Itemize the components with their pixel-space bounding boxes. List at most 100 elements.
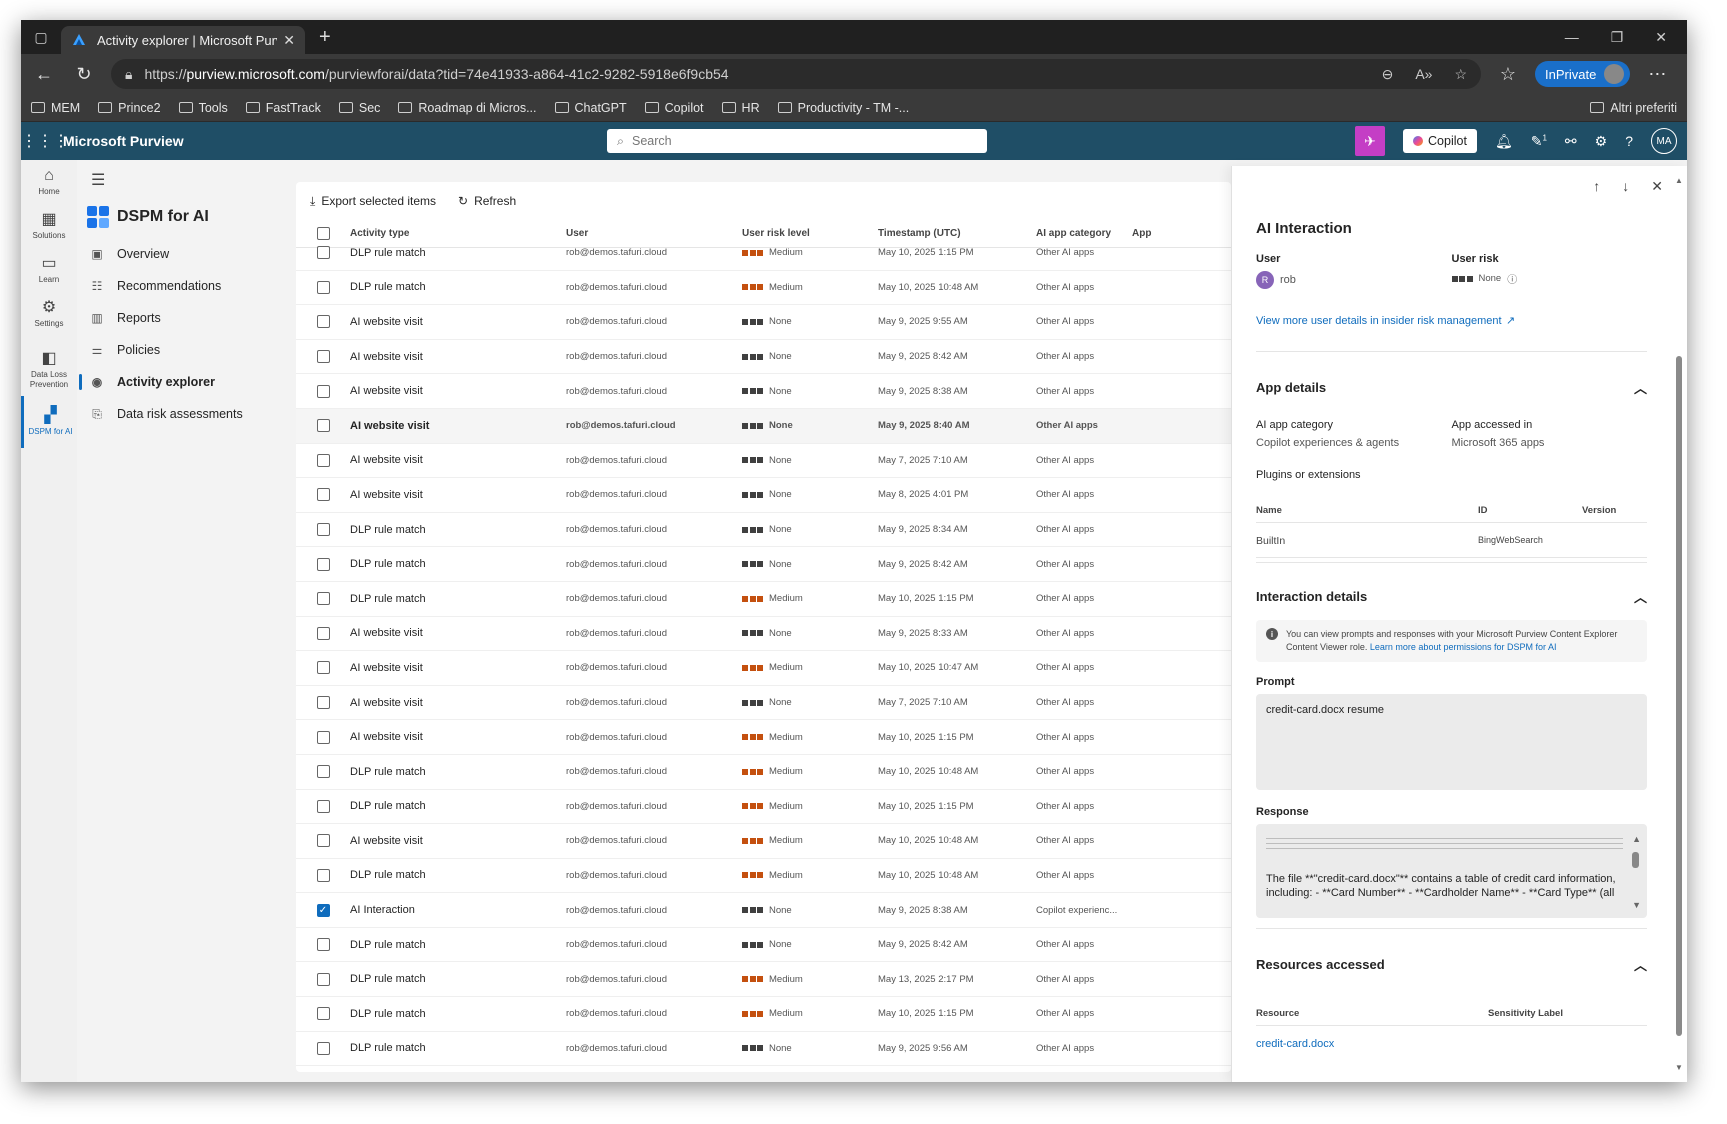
- table-row[interactable]: AI website visit rob@demos.tafuri.cloud No…: [296, 686, 1231, 721]
- favorite-item[interactable]: Copilot: [644, 101, 704, 115]
- table-row[interactable]: AI website visit rob@demos.tafuri.cloud No…: [296, 478, 1231, 513]
- help-icon[interactable]: ?: [1625, 133, 1633, 149]
- interaction-details-header[interactable]: Interaction details ︿: [1256, 587, 1647, 606]
- arrow-down-icon[interactable]: ↓: [1622, 178, 1629, 194]
- favorite-item[interactable]: Tools: [178, 101, 228, 115]
- app-launcher-icon[interactable]: ⋮⋮⋮: [21, 131, 69, 151]
- table-row[interactable]: DLP rule match rob@demos.tafuri.cloud None…: [296, 1032, 1231, 1067]
- zoom-icon[interactable]: ⊖: [1382, 66, 1394, 83]
- favorite-star-icon[interactable]: ☆: [1454, 66, 1467, 83]
- row-checkbox[interactable]: [316, 696, 330, 710]
- hamburger-icon[interactable]: ☰: [77, 160, 275, 200]
- permissions-link[interactable]: Learn more about permissions for DSPM fo…: [1370, 642, 1557, 652]
- other-favorites[interactable]: Altri preferiti: [1590, 101, 1677, 115]
- row-checkbox[interactable]: [316, 280, 330, 294]
- row-checkbox[interactable]: [316, 453, 330, 467]
- new-tab-button[interactable]: +: [319, 26, 331, 49]
- row-checkbox[interactable]: [316, 661, 330, 675]
- copilot-button[interactable]: Copilot: [1403, 129, 1477, 153]
- favorite-item[interactable]: HR: [721, 101, 760, 115]
- scroll-down-icon[interactable]: ▼: [1675, 1063, 1683, 1072]
- table-row[interactable]: AI website visit rob@demos.tafuri.cloud No…: [296, 408, 1231, 444]
- reload-icon[interactable]: ↻: [71, 64, 97, 85]
- tab-actions-icon[interactable]: ▢: [21, 29, 61, 46]
- arrow-up-icon[interactable]: ↑: [1593, 178, 1600, 194]
- minimize-icon[interactable]: —: [1565, 29, 1579, 45]
- table-row[interactable]: AI website visit rob@demos.tafuri.cloud Me…: [296, 651, 1231, 686]
- more-menu-icon[interactable]: ⋯: [1644, 64, 1670, 85]
- close-window-icon[interactable]: ✕: [1655, 29, 1667, 46]
- notification-icon[interactable]: ✎1: [1531, 133, 1547, 150]
- favorite-item[interactable]: Roadmap di Micros...: [398, 101, 537, 115]
- table-row[interactable]: DLP rule match rob@demos.tafuri.cloud Medi…: [296, 859, 1231, 894]
- rail-item-gear[interactable]: ⚙ Settings: [21, 292, 77, 336]
- close-icon[interactable]: ✕: [1651, 178, 1663, 195]
- response-box[interactable]: The file **"credit-card.docx"** contains…: [1256, 824, 1647, 918]
- row-checkbox[interactable]: [316, 1007, 330, 1021]
- refresh-button[interactable]: ↻ Refresh: [458, 194, 516, 208]
- scroll-up-icon[interactable]: ▲: [1632, 834, 1641, 844]
- row-checkbox[interactable]: [316, 350, 330, 364]
- row-checkbox[interactable]: ✓: [316, 903, 330, 917]
- app-details-header[interactable]: App details ︿: [1256, 378, 1647, 397]
- row-checkbox[interactable]: [316, 938, 330, 952]
- info-icon[interactable]: ⓘ: [1507, 271, 1517, 286]
- table-row[interactable]: DLP rule match rob@demos.tafuri.cloud Medi…: [296, 236, 1231, 271]
- row-checkbox[interactable]: [316, 730, 330, 744]
- row-checkbox[interactable]: [316, 557, 330, 571]
- panel-scroll-thumb[interactable]: [1676, 356, 1682, 1036]
- row-checkbox[interactable]: [316, 1041, 330, 1055]
- table-row[interactable]: AI website visit rob@demos.tafuri.cloud No…: [296, 617, 1231, 652]
- table-row[interactable]: AI website visit rob@demos.tafuri.cloud No…: [296, 305, 1231, 340]
- favorite-item[interactable]: Sec: [338, 101, 380, 115]
- browser-tab[interactable]: Activity explorer | Microsoft Purview ✕: [61, 26, 305, 54]
- scroll-up-icon[interactable]: ▲: [1675, 176, 1683, 185]
- row-checkbox[interactable]: [316, 592, 330, 606]
- scroll-down-icon[interactable]: ▼: [1632, 900, 1641, 910]
- table-row[interactable]: DLP rule match rob@demos.tafuri.cloud Medi…: [296, 962, 1231, 998]
- row-checkbox[interactable]: [316, 834, 330, 848]
- address-bar[interactable]: 🔒︎ https://purview.microsoft.com/purview…: [111, 59, 1481, 89]
- nav-item-activity-explorer[interactable]: ◉ Activity explorer: [77, 366, 275, 398]
- rail-item-home[interactable]: ⌂ Home: [21, 160, 77, 204]
- user-details-link[interactable]: View more user details in insider risk m…: [1256, 315, 1502, 327]
- table-row[interactable]: DLP rule match rob@demos.tafuri.cloud Medi…: [296, 755, 1231, 790]
- avatar[interactable]: MA: [1651, 128, 1677, 154]
- rail-item-dspm[interactable]: ▞ DSPM for AI: [21, 396, 77, 448]
- response-scroll-thumb[interactable]: [1632, 852, 1639, 868]
- resources-header[interactable]: Resources accessed ︿: [1256, 955, 1647, 974]
- inprivate-badge[interactable]: InPrivate: [1535, 61, 1631, 87]
- table-row[interactable]: AI website visit rob@demos.tafuri.cloud Me…: [296, 824, 1231, 859]
- bell-icon[interactable]: 🔔︎: [1495, 133, 1513, 150]
- table-row[interactable]: DLP rule match rob@demos.tafuri.cloud Medi…: [296, 582, 1231, 617]
- gear-icon[interactable]: ⚙: [1595, 133, 1608, 150]
- row-checkbox[interactable]: [316, 626, 330, 640]
- row-checkbox[interactable]: [316, 765, 330, 779]
- resource-link[interactable]: credit-card.docx: [1256, 1038, 1488, 1050]
- row-checkbox[interactable]: [316, 868, 330, 882]
- favorites-icon[interactable]: ☆: [1495, 64, 1521, 85]
- rail-item-learn[interactable]: ▭ Learn: [21, 248, 77, 292]
- rail-item-dlp[interactable]: ◧ Data Loss Prevention: [21, 344, 77, 396]
- favorite-item[interactable]: FastTrack: [245, 101, 321, 115]
- read-aloud-icon[interactable]: A»: [1415, 66, 1432, 83]
- nav-item-reports[interactable]: ▥ Reports: [77, 302, 275, 334]
- favorite-item[interactable]: Prince2: [98, 101, 161, 115]
- export-button[interactable]: ⤓ Export selected items: [310, 194, 436, 209]
- back-icon[interactable]: ←: [31, 64, 57, 85]
- table-row[interactable]: AI website visit rob@demos.tafuri.cloud No…: [296, 340, 1231, 375]
- connect-icon[interactable]: ⚯: [1565, 133, 1577, 150]
- rocket-icon[interactable]: ✈: [1355, 126, 1386, 156]
- table-row[interactable]: DLP rule match rob@demos.tafuri.cloud Medi…: [296, 271, 1231, 306]
- favorite-item[interactable]: MEM: [31, 101, 80, 115]
- table-row[interactable]: AI website visit rob@demos.tafuri.cloud No…: [296, 374, 1231, 409]
- favorite-item[interactable]: ChatGPT: [554, 101, 627, 115]
- row-checkbox[interactable]: [316, 384, 330, 398]
- table-row[interactable]: AI website visit rob@demos.tafuri.cloud No…: [296, 444, 1231, 479]
- table-row[interactable]: ✓ AI Interaction rob@demos.tafuri.cloud Non…: [296, 893, 1231, 928]
- table-row[interactable]: DLP rule match rob@demos.tafuri.cloud None…: [296, 547, 1231, 582]
- tab-close-icon[interactable]: ✕: [283, 32, 295, 49]
- row-checkbox[interactable]: [316, 972, 330, 986]
- row-checkbox[interactable]: [316, 523, 330, 537]
- nav-item-recommendations[interactable]: ☷ Recommendations: [77, 270, 275, 302]
